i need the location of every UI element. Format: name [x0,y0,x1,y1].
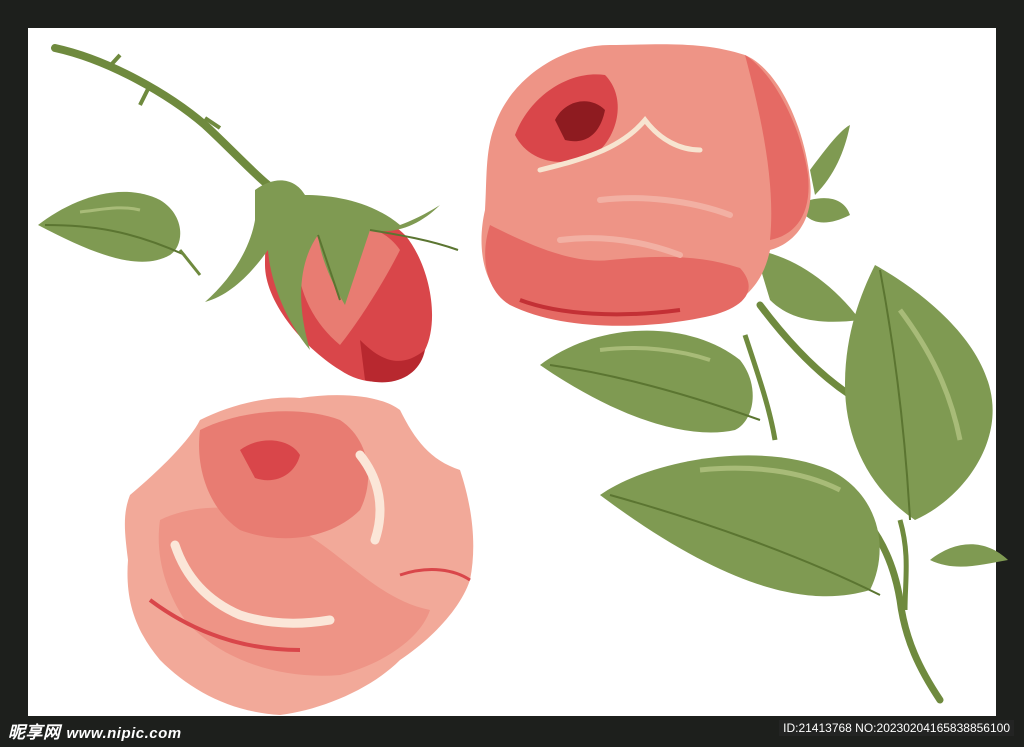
large-rose-leaf-3 [845,265,993,520]
large-rose-leaf-4 [930,544,1008,567]
watermark-logo: 昵享网 www.nipic.com [8,718,182,743]
bud-stem [51,44,272,189]
large-rose-sepal [755,250,860,322]
rose-bud [38,44,459,383]
bud-leaf [38,191,181,262]
watermark-id: ID:21413768 NO:20230204165838856100 [779,720,1014,736]
rose-illustration [38,44,1008,715]
watermark-logo-text: 昵享网 [8,723,61,742]
watermark-bar: 昵享网 www.nipic.com ID:21413768 NO:20230204… [0,716,1024,747]
large-rose-leaf-1 [540,330,753,433]
rose-bloom-large [481,44,1008,704]
watermark-site-text: www.nipic.com [66,725,182,742]
rose-bloom-pink [124,395,474,715]
